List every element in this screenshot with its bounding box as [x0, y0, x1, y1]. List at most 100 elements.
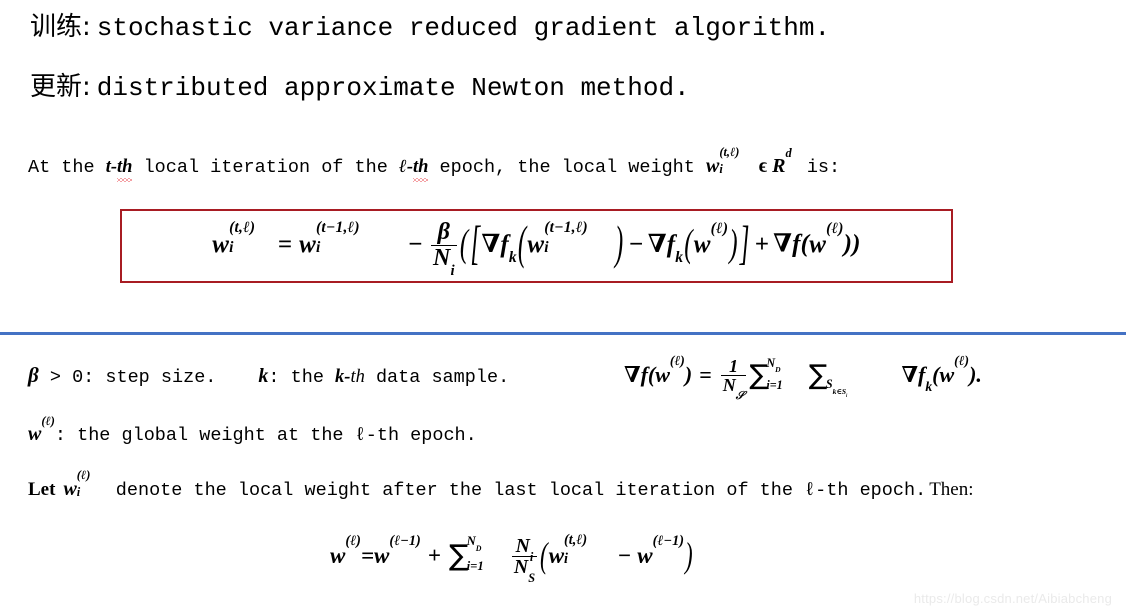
eq-open-paren: (	[459, 223, 469, 265]
eq-grad1-arg-open-paren: (	[517, 218, 527, 270]
intro-element-of: ϵ	[758, 155, 773, 177]
eq-arg2-superscript: (ℓ)	[710, 219, 729, 237]
grad-k-arg-superscript: (ℓ)	[954, 353, 970, 369]
intro-text-part3: epoch, the local weight	[428, 157, 706, 178]
watermark-url: https://blog.csdn.net/Aibiabcheng	[913, 591, 1112, 606]
eq-grad3-arg-open-paren: (	[800, 230, 810, 258]
intro-t-th-misspelled: th	[117, 157, 133, 182]
eq-fraction-den-subscript: i	[450, 262, 455, 279]
boxed-equation-container: w(t,ℓ)(t,ℓ)i=w(t−1,ℓ)(t−1,ℓ)i−βNi([∇fk(w…	[120, 209, 953, 283]
grad-fraction-den-subscript: 𝒮	[735, 390, 745, 403]
eq-fraction-denominator: Ni	[430, 244, 457, 278]
eq-lhs-scripts: (t,ℓ)(t,ℓ)i	[229, 219, 271, 259]
final-sum-glyph: ∑	[448, 538, 469, 573]
eq-lhs: w(t,ℓ)(t,ℓ)i	[212, 219, 271, 259]
eq-plus-sign: +	[754, 230, 770, 258]
eq-grad2-argument: w(ℓ)	[694, 221, 728, 258]
final-term-scripts: (t,ℓ)(t,ℓ)i	[564, 532, 601, 569]
definition-row-global-weight: w(ℓ): the global weight at the ℓ-th epoc…	[28, 414, 477, 446]
final-fraction-den-subscript: S	[528, 570, 536, 585]
final-last-superscript: (ℓ−1)	[652, 533, 684, 550]
eq-equals-sign: =	[277, 230, 293, 258]
final-term-base: w	[548, 542, 565, 568]
k-definition-text-b: data sample.	[364, 367, 510, 388]
eq-grad3-argument: w(ℓ)	[809, 221, 843, 258]
k-th-suffix: th	[350, 367, 365, 387]
definition-row-let-local-weight: Letw(ℓ)(ℓ)i denote the local weight afte…	[28, 468, 974, 501]
grad-fraction-denominator: N𝒮	[720, 375, 747, 402]
eq-grad2-subscript: k	[675, 249, 684, 267]
intro-l-th-misspelled: th	[413, 157, 429, 182]
final-fraction-numerator: Ni	[512, 535, 537, 563]
grad-close-paren: )	[684, 361, 693, 387]
eq-grad1-subscript: k	[508, 249, 517, 267]
final-minus-sign: −	[617, 542, 632, 568]
final-fraction-num-base: N	[515, 535, 530, 557]
eq-grad1-arg-close-paren: )	[614, 218, 624, 270]
then-keyword: Then:	[929, 479, 974, 500]
eq-arg1-base: w	[527, 230, 545, 258]
intro-t-term: t-	[105, 157, 118, 177]
grad-sum1-upper-subscript: D	[775, 365, 781, 375]
final-open-paren: (	[540, 535, 548, 575]
intro-weight-scripts: (t,ℓ)(t,ℓ)i	[719, 145, 751, 178]
grad-k-subscript: k	[925, 379, 933, 395]
eq-close-bracket: ]	[739, 218, 750, 270]
grad-fraction-numerator: 1	[729, 356, 739, 376]
grad-fraction-den-base: N	[722, 375, 736, 396]
grad-one-over-Ns-fraction: 1 N𝒮	[720, 356, 747, 402]
global-weight-definition-text: : the global weight at the ℓ-th epoch.	[54, 425, 477, 446]
grad-sum2-lower-sub-index: i	[846, 394, 848, 400]
intro-weight-superscript: (t,ℓ)	[719, 145, 740, 160]
grad-w-base: w	[655, 361, 670, 387]
final-local-term: w(t,ℓ)(t,ℓ)i	[548, 532, 602, 569]
intro-R-base: R	[772, 155, 786, 177]
final-plus-sign: +	[427, 542, 441, 568]
final-term-subscript: i	[564, 550, 568, 567]
k-term: k-	[335, 367, 351, 387]
intro-weight-symbol: w(t,ℓ)(t,ℓ)i	[706, 145, 752, 178]
grad-sum2-lower-base: S	[825, 376, 833, 391]
eq-fraction-numerator: β	[437, 219, 451, 246]
eq-gradient-1: ∇fk	[481, 231, 517, 266]
intro-sentence: At the t-th local iteration of the ℓ-th …	[28, 145, 841, 182]
let-definition-text: denote the local weight after the last l…	[104, 480, 927, 501]
intro-text-part5: is:	[795, 157, 841, 178]
eq-arg1-superscript: (t−1,ℓ)	[544, 218, 588, 236]
eq-beta-over-Ni-fraction: β Ni	[430, 219, 457, 278]
eq-gradient-2: ∇fk	[648, 231, 684, 266]
final-equation: w(ℓ)=w(ℓ−1)+∑NDi=1NiNS(w(t,ℓ)(t,ℓ)i−w(ℓ−…	[330, 532, 694, 584]
grad-k-arg-close-paren: ).	[969, 361, 982, 387]
grad-equals-sign: =	[699, 361, 712, 387]
eq-gradient-3: ∇f	[773, 230, 801, 258]
definition-row-beta-k: β > 0: step size. k: the k-th data sample…	[28, 363, 509, 388]
grad-sum2-lower-limit: Sk∈Si	[825, 376, 848, 399]
final-Ni-over-Ns-fraction: Ni NS	[511, 535, 538, 584]
intro-text-part2: local iteration of the	[132, 157, 399, 178]
final-fraction-denominator: NS	[511, 556, 538, 584]
final-rhs-first-term: w(ℓ−1)	[374, 534, 421, 568]
grad-sum1-lower-limit: i=1	[766, 377, 783, 392]
let-weight-symbol: w(ℓ)(ℓ)i	[63, 468, 98, 500]
global-weight-symbol: w(ℓ)	[28, 414, 55, 445]
final-sum-upper-subscript: D	[475, 544, 482, 554]
headline-update-label: 更新:	[30, 72, 91, 102]
final-close-paren: )	[684, 535, 693, 575]
beta-definition-text: > 0: step size.	[38, 367, 217, 388]
eq-minus-sign-2: −	[628, 230, 644, 258]
final-last-term: w(ℓ−1)	[637, 534, 684, 568]
grad-summation-1: ∑ ND i=1	[749, 356, 782, 392]
headline-training-label: 训练:	[30, 12, 91, 42]
final-sum-lower-limit: i=1	[466, 558, 484, 573]
eq-arg1-scripts: (t−1,ℓ)(t−1,ℓ)i	[544, 219, 614, 259]
headline-training-text: stochastic variance reduced gradient alg…	[96, 13, 831, 43]
eq-arg1-subscript: i	[544, 239, 549, 257]
final-summation: ∑ ND i=1	[448, 534, 484, 573]
let-weight-superscript: (ℓ)	[76, 468, 91, 483]
eq-lhs-base: w	[212, 230, 230, 258]
headline-update-text: distributed approximate Newton method.	[96, 73, 690, 103]
let-weight-subscript: i	[76, 484, 81, 499]
eq-grad1-argument: w(t−1,ℓ)(t−1,ℓ)i	[527, 219, 614, 259]
final-fraction-num-subscript: i	[529, 549, 534, 564]
grad-w-superscript: (ℓ)	[669, 353, 685, 369]
